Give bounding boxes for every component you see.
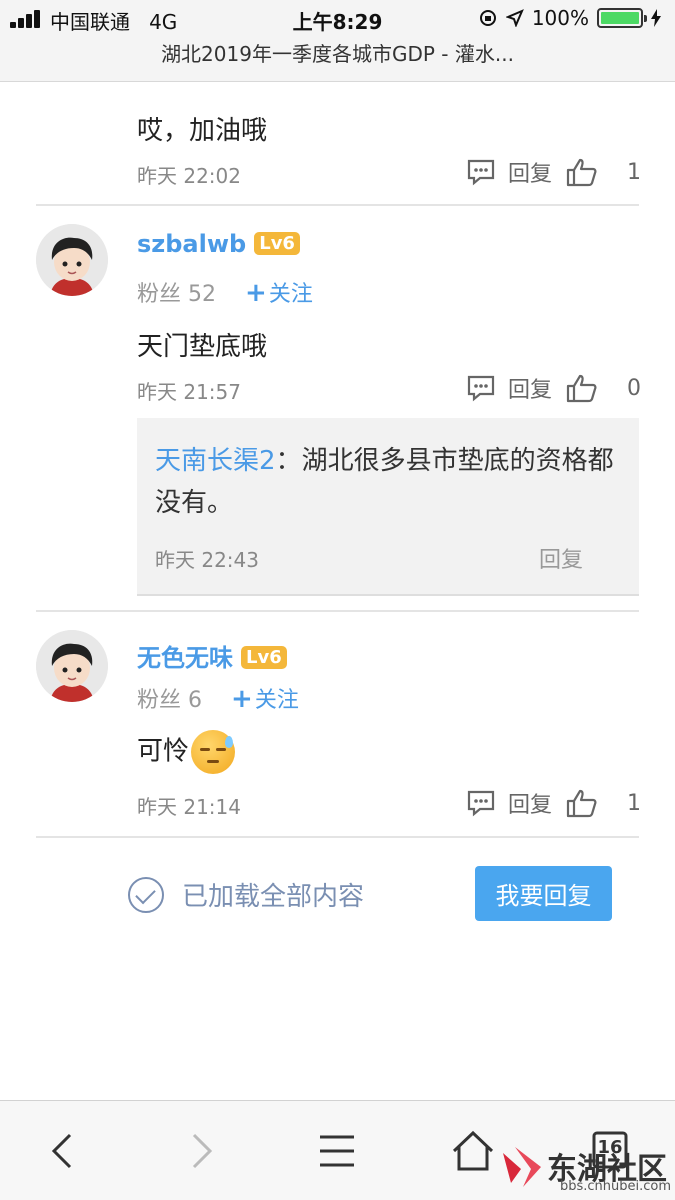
avatar[interactable]	[36, 224, 108, 296]
username[interactable]: 无色无味 Lv6	[137, 638, 287, 673]
divider	[36, 204, 639, 206]
back-icon[interactable]	[40, 1129, 90, 1173]
thumbs-up-icon[interactable]	[566, 157, 598, 187]
comment-text: 天门垫底哦	[137, 332, 268, 362]
all-loaded-indicator: 已加载全部内容	[128, 876, 364, 913]
comment-text: 哎，加油哦	[137, 116, 268, 146]
page-title[interactable]: 湖北2019年一季度各城市GDP - 灌水...	[0, 38, 675, 67]
comment-icon[interactable]	[466, 789, 496, 817]
sub-reply-text: 天南长渠2：湖北很多县市垫底的资格都没有。	[155, 446, 614, 518]
thumbs-up-icon[interactable]	[566, 373, 598, 403]
comment-time: 昨天 22:02	[137, 164, 241, 188]
like-count: 0	[627, 375, 641, 401]
comment-time: 昨天 21:57	[137, 380, 241, 404]
avatar[interactable]	[36, 630, 108, 702]
sub-reply-user[interactable]: 天南长渠2	[155, 446, 276, 476]
comment-list: 哎，加油哦 昨天 22:02 回复 1 szbalwb Lv6 粉丝 52 +关注	[0, 82, 675, 1100]
comment-icon[interactable]	[466, 374, 496, 402]
comment-actions: 回复 1	[466, 787, 641, 819]
rotation-lock-icon	[479, 10, 496, 26]
browser-toolbar: 16 东湖社区 bbs.cnhubei.com	[0, 1100, 675, 1200]
level-badge: Lv6	[254, 232, 300, 255]
comment-time: 昨天 21:14	[137, 795, 241, 819]
fans-info: 粉丝 52 +关注	[137, 278, 313, 308]
charging-icon	[651, 9, 661, 27]
comment-icon[interactable]	[466, 158, 496, 186]
watermark-url: bbs.cnhubei.com	[559, 1179, 671, 1194]
sub-reply-link[interactable]: 回复	[539, 542, 583, 574]
comment-text: 可怜	[137, 730, 236, 774]
check-circle-icon	[128, 876, 164, 913]
divider	[36, 836, 639, 838]
status-bar: 中国联通 4G 上午8:29 100%	[0, 6, 675, 34]
menu-icon[interactable]	[312, 1129, 362, 1173]
browser-top-bar: 中国联通 4G 上午8:29 100% 湖北2019年一季度各城市GDP - 灌…	[0, 0, 675, 82]
sub-reply: 天南长渠2：湖北很多县市垫底的资格都没有。 昨天 22:43 回复	[137, 418, 639, 596]
reply-link[interactable]: 回复	[508, 372, 552, 404]
username[interactable]: szbalwb Lv6	[137, 230, 300, 258]
forward-icon[interactable]	[176, 1129, 226, 1173]
fans-info: 粉丝 6 +关注	[137, 684, 299, 714]
plus-icon: +	[245, 278, 267, 308]
like-count: 1	[627, 159, 641, 185]
level-badge: Lv6	[241, 646, 287, 669]
sub-reply-time: 昨天 22:43	[155, 548, 259, 572]
divider	[36, 610, 639, 612]
sweat-face-icon	[191, 730, 236, 774]
follow-button[interactable]: +关注	[231, 684, 299, 714]
battery-percent: 100%	[531, 6, 589, 30]
battery-icon	[597, 8, 647, 28]
fans-count: 52	[188, 282, 217, 307]
fans-count: 6	[188, 688, 203, 713]
status-right: 100%	[478, 6, 661, 30]
location-icon	[505, 9, 524, 27]
like-count: 1	[627, 790, 641, 816]
thumbs-up-icon[interactable]	[566, 788, 598, 818]
plus-icon: +	[231, 684, 253, 714]
follow-button[interactable]: +关注	[245, 278, 313, 308]
home-icon[interactable]	[448, 1129, 498, 1173]
reply-link[interactable]: 回复	[508, 787, 552, 819]
reply-link[interactable]: 回复	[508, 156, 552, 188]
comment-actions: 回复 1	[466, 156, 641, 188]
reply-button[interactable]: 我要回复	[475, 866, 612, 921]
comment-actions: 回复 0	[466, 372, 641, 404]
watermark-logo-icon	[501, 1143, 547, 1187]
